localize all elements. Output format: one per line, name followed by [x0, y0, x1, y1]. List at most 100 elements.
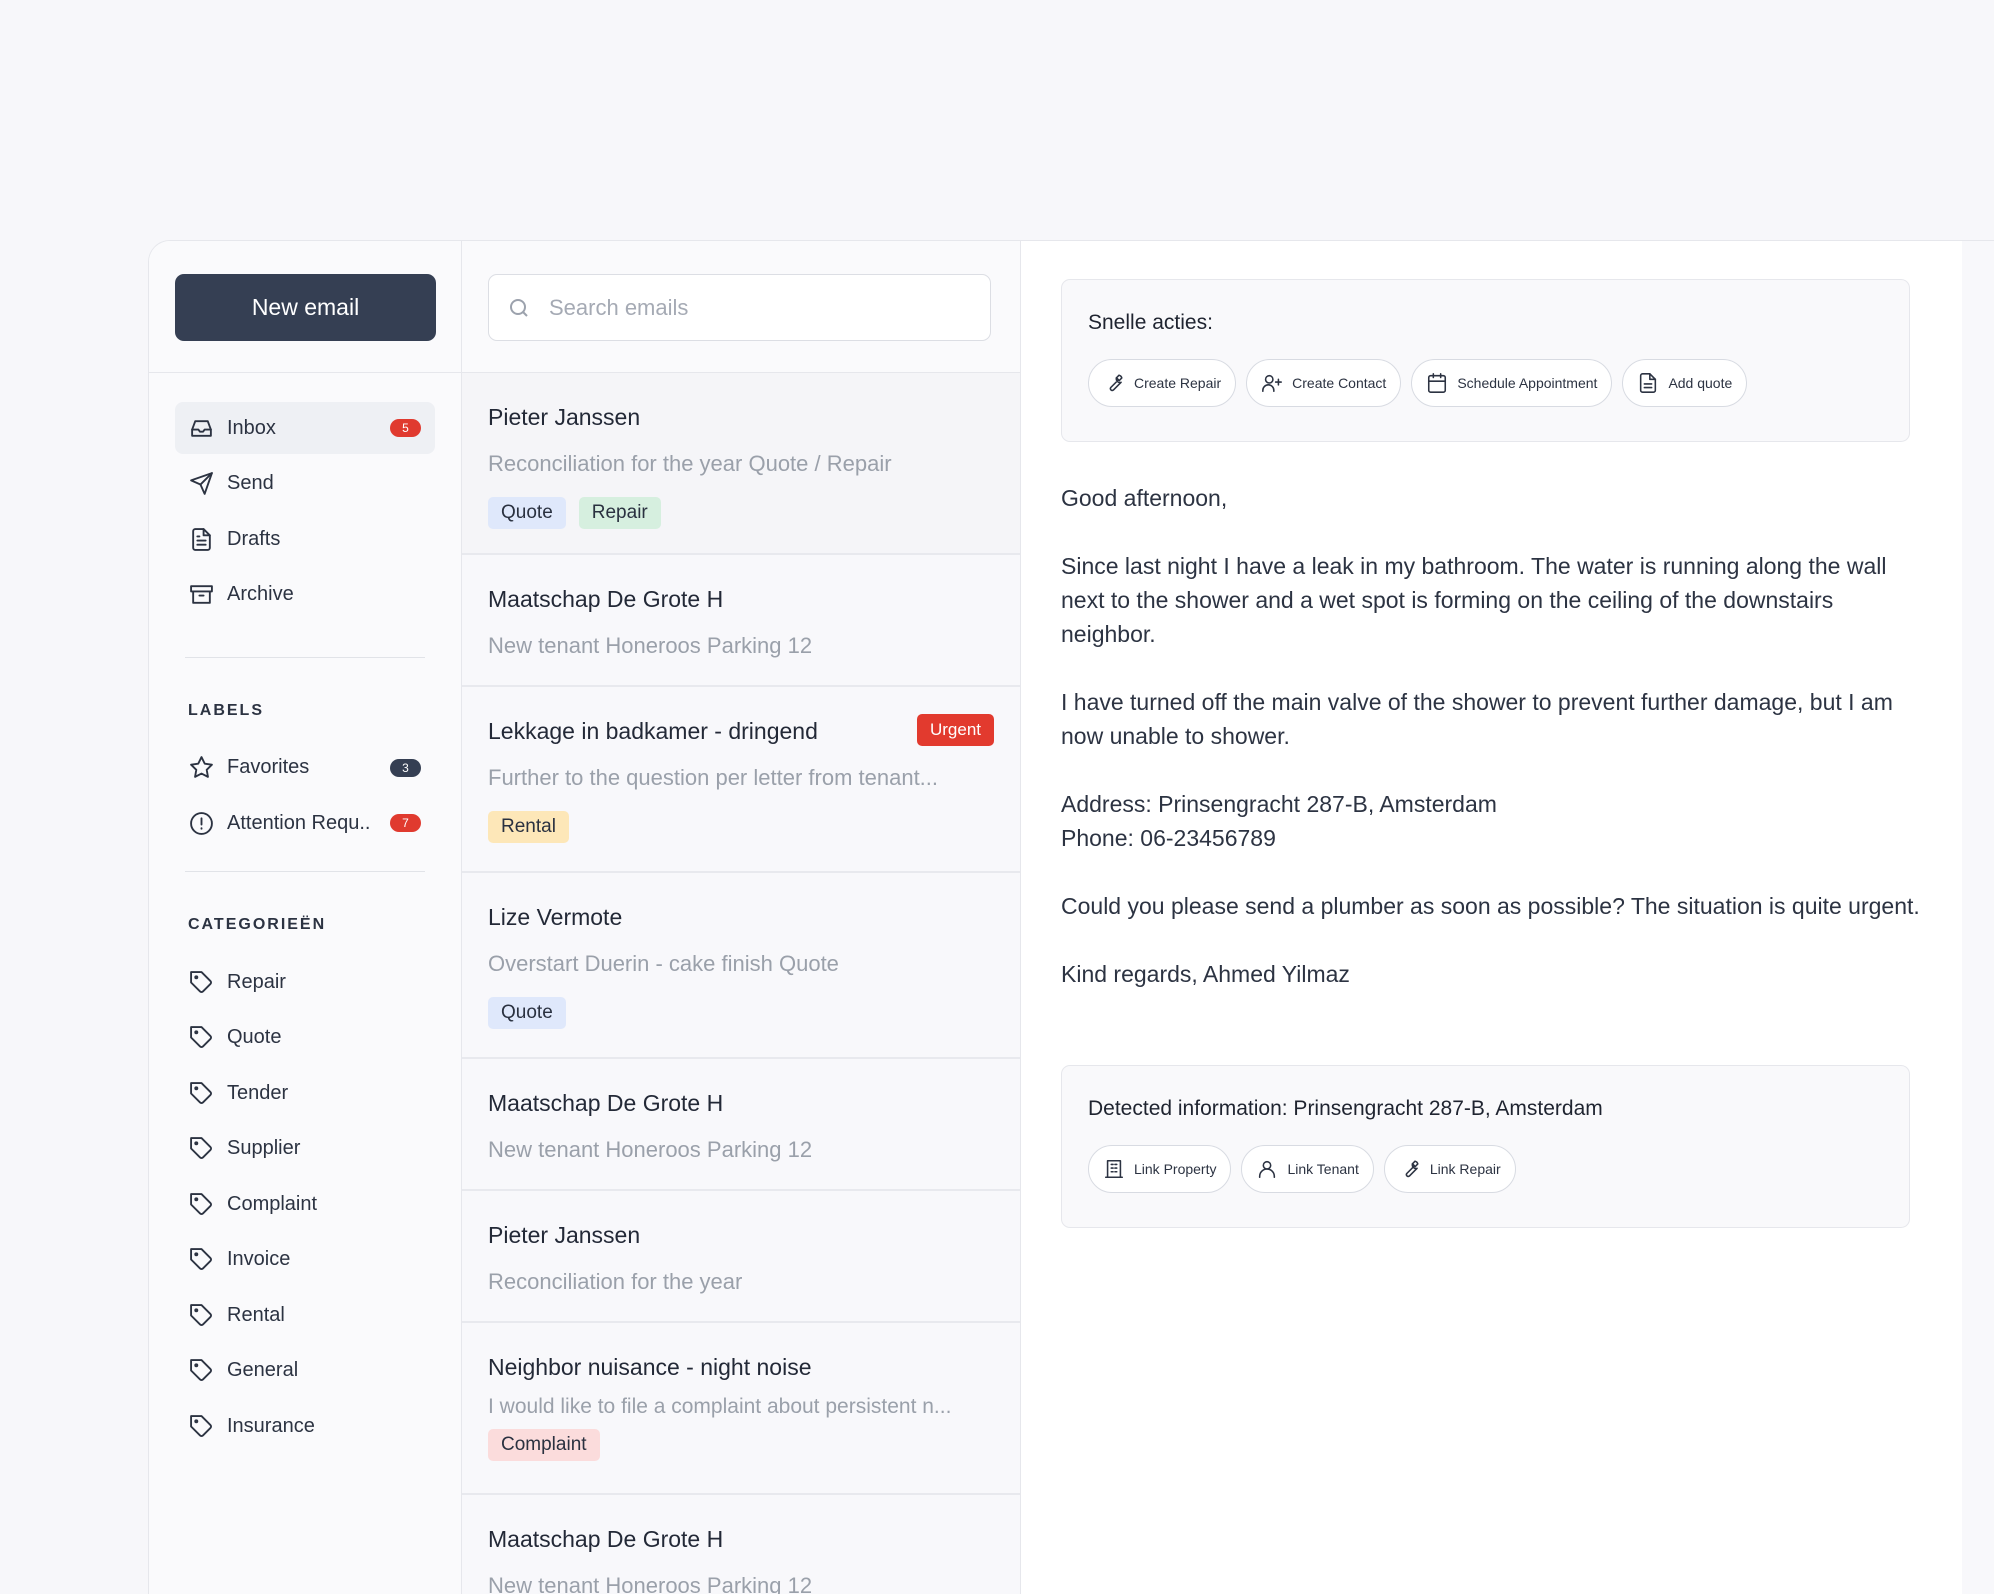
nav-item-archive[interactable]: Archive — [175, 569, 435, 621]
nav-item-drafts[interactable]: Drafts — [175, 513, 435, 565]
nav-item-send[interactable]: Send — [175, 458, 435, 510]
category-item-supplier[interactable]: Supplier — [175, 1123, 435, 1175]
send-icon — [188, 471, 214, 497]
category-item-general[interactable]: General — [175, 1345, 435, 1397]
category-label: Repair — [227, 970, 286, 993]
search-input[interactable] — [549, 294, 969, 321]
email-list-item[interactable]: Lekkage in badkamer - dringend Urgent Fu… — [462, 687, 1020, 873]
category-label: General — [227, 1359, 299, 1381]
email-sender: Neighbor nuisance - night noise — [488, 1354, 812, 1380]
email-list-item[interactable]: Maatschap De Grote H New tenant Honeroos… — [462, 555, 1020, 687]
email-sender: Maatschap De Grote H — [488, 1090, 724, 1116]
email-list-item[interactable]: Maatschap De Grote H New tenant Honeroos… — [462, 1059, 1020, 1191]
link-property-button[interactable]: Link Property — [1088, 1145, 1232, 1193]
email-app: New email Inbox 5 Send Drafts Archive LA… — [148, 240, 1994, 1594]
email-signoff: Kind regards, Ahmed Yilmaz — [1061, 961, 1350, 987]
category-item-invoice[interactable]: Invoice — [175, 1234, 435, 1286]
email-sender: Maatschap De Grote H — [488, 586, 724, 612]
quick-actions-title: Snelle acties: — [1088, 311, 1213, 334]
detected-actions-row: Link Property Link Tenant Link Repair — [1088, 1145, 1883, 1193]
email-subject: Overstart Duerin - cake finish Quote — [488, 951, 839, 976]
building-icon — [1104, 1159, 1124, 1179]
schedule-appointment-button[interactable]: Schedule Appointment — [1411, 359, 1613, 407]
email-body: Good afternoon, Since last night I have … — [1061, 481, 1921, 1025]
tag-icon — [188, 969, 214, 995]
detected-info-card: Detected information: Prinsengracht 287-… — [1061, 1065, 1910, 1228]
category-label: Supplier — [227, 1137, 301, 1159]
email-list-item[interactable]: Neighbor nuisance - night noise I would … — [462, 1323, 1020, 1495]
document-icon — [1640, 373, 1657, 393]
email-tags: Quote — [488, 997, 994, 1029]
right-edge-strip — [1962, 241, 1994, 1594]
chip-label: Link Property — [1134, 1161, 1217, 1177]
email-subject: I would like to file a complaint about p… — [488, 1395, 952, 1418]
add-quote-button[interactable]: Add quote — [1622, 359, 1748, 407]
reading-pane: Snelle acties: Create Repair Create Cont… — [1022, 241, 1962, 1594]
user-plus-icon — [1262, 374, 1283, 393]
categories-nav: Repair Quote Tender Supplier Complaint I… — [149, 956, 461, 1452]
email-tags: Complaint — [488, 1429, 994, 1461]
urgent-badge: Urgent — [916, 714, 994, 746]
label-item-favorites[interactable]: Favorites 3 — [175, 742, 435, 794]
email-list-item[interactable]: Lize Vermote Overstart Duerin - cake fin… — [462, 873, 1020, 1059]
category-label: Complaint — [227, 1192, 318, 1215]
label-item-attention[interactable]: Attention Requ.. 7 — [175, 797, 435, 849]
email-tags: Rental — [488, 811, 994, 843]
nav-item-label: Drafts — [227, 527, 281, 550]
label-item-text: Attention Requ.. — [227, 811, 371, 834]
tag-repair: Repair — [578, 497, 661, 529]
user-icon — [1259, 1160, 1276, 1179]
tag-icon — [188, 1358, 214, 1384]
nav-item-label: Archive — [227, 583, 294, 605]
tag-rental: Rental — [488, 811, 569, 843]
email-subject: New tenant Honeroos Parking 12 — [488, 1573, 813, 1594]
email-paragraph: Since last night I have a leak in my bat… — [1061, 553, 1887, 647]
category-item-repair[interactable]: Repair — [175, 956, 435, 1008]
category-item-rental[interactable]: Rental — [175, 1289, 435, 1341]
email-subject: New tenant Honeroos Parking 12 — [488, 1137, 813, 1162]
email-sender: Pieter Janssen — [488, 1222, 641, 1248]
tag-icon — [188, 1080, 214, 1106]
labels-heading: LABELS — [188, 701, 264, 719]
link-repair-button[interactable]: Link Repair — [1383, 1145, 1516, 1193]
email-list-item[interactable]: Pieter Janssen Reconciliation for the ye… — [462, 373, 1020, 555]
email-sender: Pieter Janssen — [488, 404, 641, 430]
tag-icon — [188, 1413, 214, 1439]
search-box[interactable] — [488, 274, 991, 341]
quick-actions-card: Snelle acties: Create Repair Create Cont… — [1061, 279, 1910, 442]
email-greeting: Good afternoon, — [1061, 485, 1228, 511]
wrench-icon — [1405, 1160, 1419, 1178]
email-address-line: Address: Prinsengracht 287-B, Amsterdam — [1061, 791, 1497, 817]
email-subject: Reconciliation for the year — [488, 1269, 743, 1294]
create-repair-button[interactable]: Create Repair — [1088, 359, 1237, 407]
email-list-item[interactable]: Maatschap De Grote H New tenant Honeroos… — [462, 1495, 1020, 1594]
email-paragraph: Could you please send a plumber as soon … — [1061, 893, 1920, 919]
attention-count-badge: 7 — [390, 814, 421, 832]
star-icon — [188, 755, 214, 781]
email-subject: Further to the question per letter from … — [488, 765, 939, 790]
tag-icon — [188, 1191, 214, 1217]
category-item-insurance[interactable]: Insurance — [175, 1400, 435, 1452]
nav-item-inbox[interactable]: Inbox 5 — [175, 402, 435, 454]
tag-icon — [188, 1025, 214, 1051]
inbox-count-badge: 5 — [390, 419, 421, 437]
email-list-item[interactable]: Pieter Janssen Reconciliation for the ye… — [462, 1191, 1020, 1323]
create-contact-button[interactable]: Create Contact — [1246, 359, 1402, 407]
inbox-icon — [188, 415, 214, 441]
chip-label: Create Repair — [1134, 375, 1222, 391]
search-icon — [510, 298, 528, 317]
new-email-button[interactable]: New email — [175, 274, 436, 341]
wrench-icon — [1109, 374, 1123, 392]
labels-nav: Favorites 3 Attention Requ.. 7 — [149, 742, 461, 850]
favorites-count-badge: 3 — [390, 758, 421, 777]
email-sender: Maatschap De Grote H — [488, 1526, 724, 1552]
email-sender: Lize Vermote — [488, 904, 623, 930]
chip-label: Link Tenant — [1287, 1161, 1359, 1177]
chip-label: Link Repair — [1429, 1161, 1501, 1177]
search-bar-container — [462, 241, 1020, 373]
category-item-quote[interactable]: Quote — [175, 1012, 435, 1064]
link-tenant-button[interactable]: Link Tenant — [1241, 1145, 1374, 1193]
category-item-tender[interactable]: Tender — [175, 1067, 435, 1119]
category-item-complaint[interactable]: Complaint — [175, 1178, 435, 1230]
tag-icon — [188, 1247, 214, 1273]
